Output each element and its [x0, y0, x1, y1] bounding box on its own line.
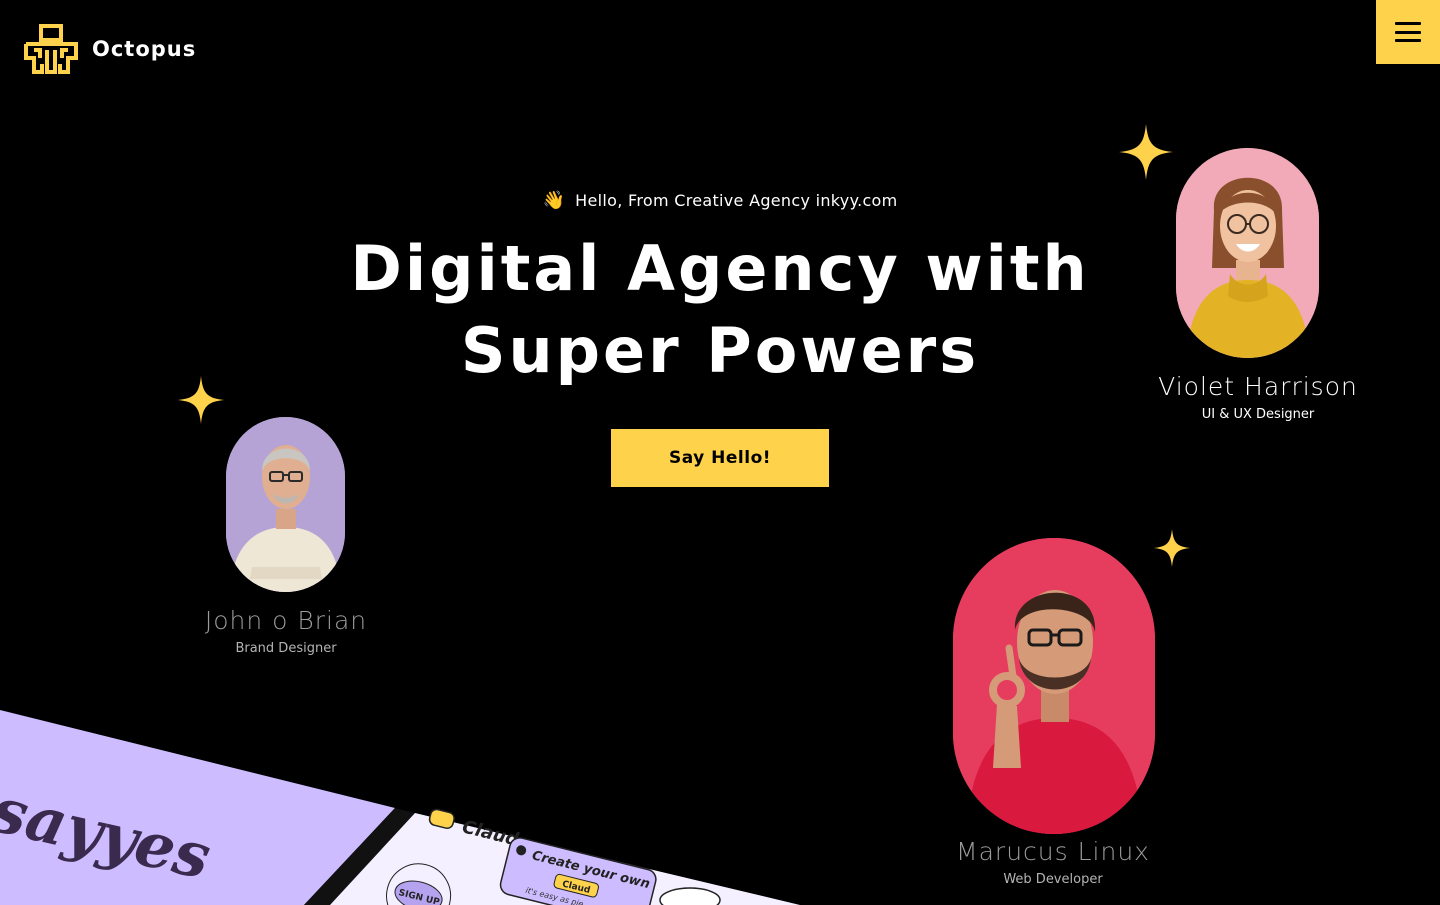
portfolio-showcase: sayyes Claud Create your own Claud it's …	[0, 700, 900, 905]
member-role: UI & UX Designer	[1201, 407, 1315, 422]
say-hello-button[interactable]: Say Hello!	[611, 429, 829, 487]
brand-name: Octopus	[92, 37, 197, 61]
sparkle-icon	[1153, 529, 1191, 567]
member-role: Brand Designer	[235, 641, 337, 656]
brand-logo[interactable]: Octopus	[24, 24, 196, 74]
hamburger-icon	[1395, 22, 1421, 42]
octopus-maze-logo-icon	[24, 24, 78, 74]
member-name: Marucus Linux	[956, 837, 1150, 866]
sparkle-icon	[177, 376, 225, 424]
waving-hand-icon: 👋	[542, 190, 566, 211]
greeting-text: Hello, From Creative Agency inkyy.com	[575, 191, 898, 210]
sparkle-icon	[1119, 124, 1173, 180]
member-name: Violet Harrison	[1158, 372, 1358, 401]
marucus-linux-avatar	[953, 538, 1155, 834]
violet-harrison-avatar	[1176, 148, 1319, 358]
member-role: Web Developer	[1003, 872, 1103, 887]
john-o-brian-avatar	[226, 417, 345, 592]
member-name: John o Brian	[204, 606, 368, 635]
menu-button[interactable]	[1376, 0, 1440, 64]
